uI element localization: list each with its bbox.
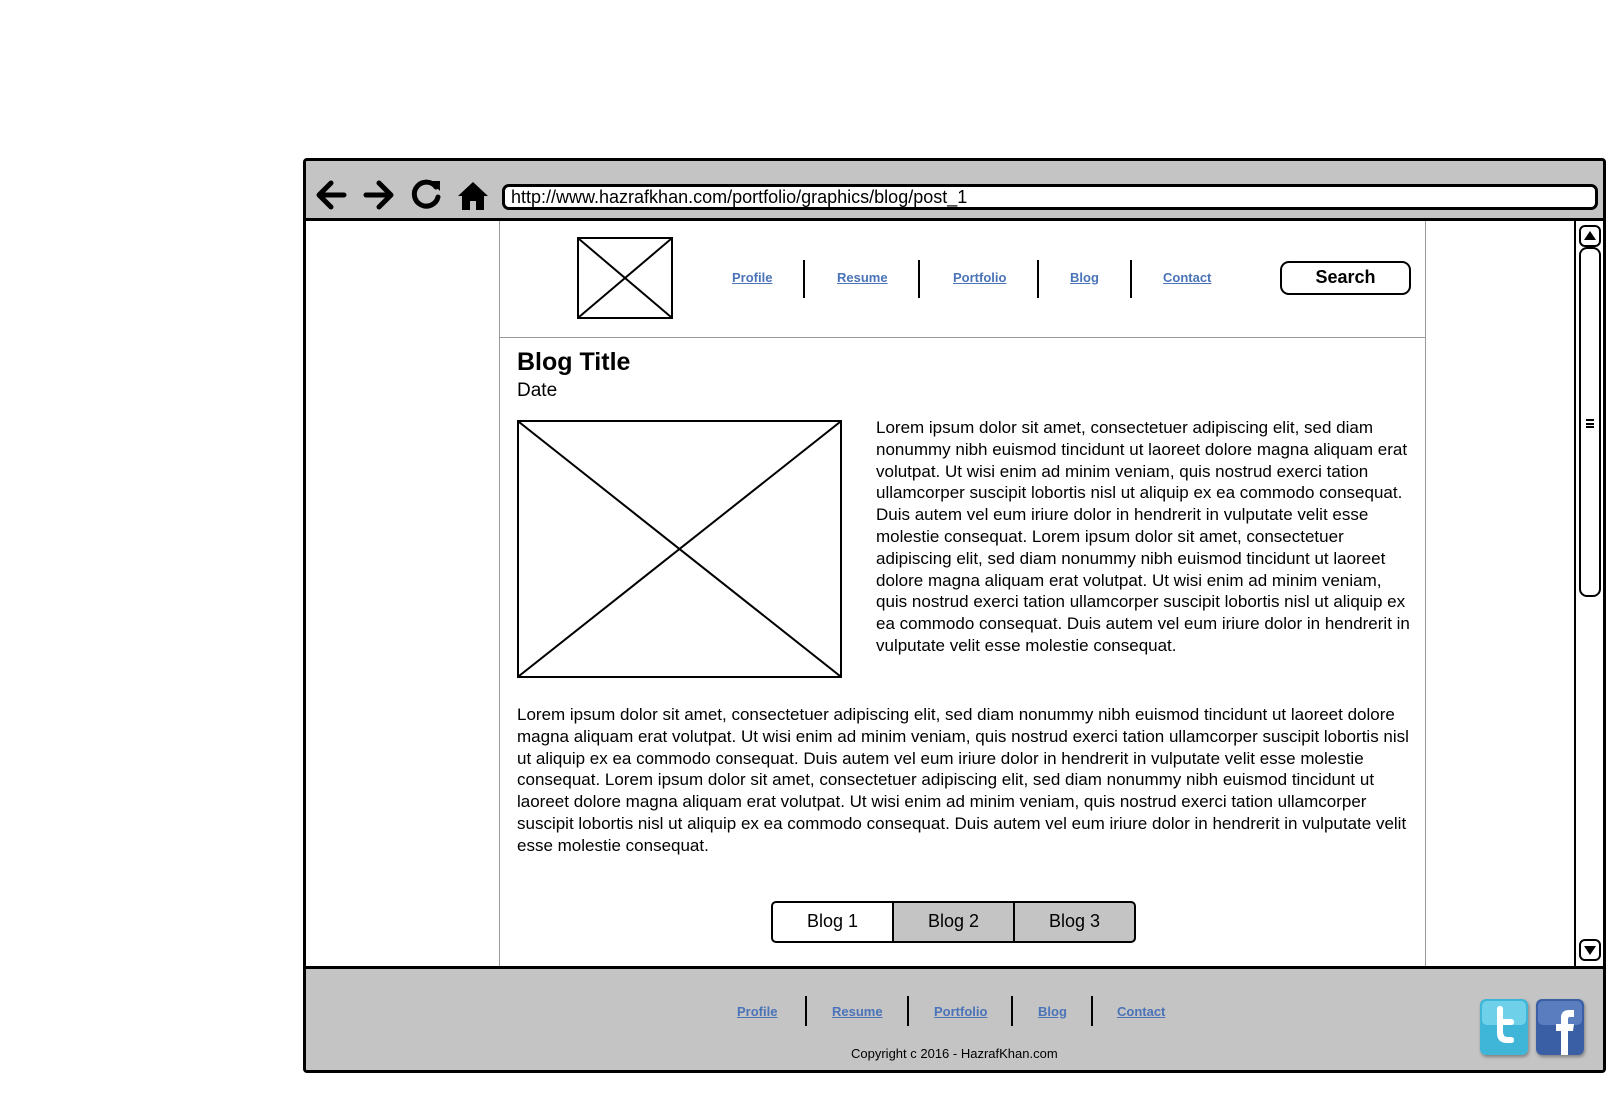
home-icon[interactable] xyxy=(455,177,491,213)
nav-divider xyxy=(918,260,920,298)
nav-divider xyxy=(803,260,805,298)
blog-tabs: Blog 1 Blog 2 Blog 3 xyxy=(771,901,1139,943)
reload-icon[interactable] xyxy=(408,177,444,213)
image-placeholder xyxy=(517,420,842,678)
scroll-down-icon[interactable] xyxy=(1579,939,1601,961)
footer-divider xyxy=(1011,996,1013,1026)
address-bar[interactable]: http://www.hazrafkhan.com/portfolio/grap… xyxy=(502,184,1598,210)
grip-icon xyxy=(1586,419,1594,428)
nav-link-profile[interactable]: Profile xyxy=(732,270,772,285)
page-viewport: Profile Resume Portfolio Blog Contact Se… xyxy=(306,221,1574,966)
footer-link-profile[interactable]: Profile xyxy=(737,1004,777,1019)
footer-link-contact[interactable]: Contact xyxy=(1117,1004,1165,1019)
nav-divider xyxy=(1037,260,1039,298)
tab-blog-3[interactable]: Blog 3 xyxy=(1013,901,1136,943)
search-button[interactable]: Search xyxy=(1280,261,1411,295)
nav-link-resume[interactable]: Resume xyxy=(837,270,888,285)
blog-date: Date xyxy=(517,380,558,401)
tab-blog-1[interactable]: Blog 1 xyxy=(771,901,894,943)
footer-divider xyxy=(907,996,909,1026)
site-footer: Profile Resume Portfolio Blog Contact Co… xyxy=(306,966,1603,1070)
browser-window: http://www.hazrafkhan.com/portfolio/grap… xyxy=(303,158,1606,1073)
browser-toolbar: http://www.hazrafkhan.com/portfolio/grap… xyxy=(306,161,1603,221)
blog-paragraph-side: Lorem ipsum dolor sit amet, consectetuer… xyxy=(876,418,1410,655)
vertical-scrollbar[interactable] xyxy=(1574,221,1603,966)
nav-link-blog[interactable]: Blog xyxy=(1070,270,1099,285)
back-arrow-icon[interactable] xyxy=(312,177,348,213)
footer-link-resume[interactable]: Resume xyxy=(832,1004,883,1019)
nav-link-portfolio[interactable]: Portfolio xyxy=(953,270,1006,285)
scroll-up-icon[interactable] xyxy=(1579,225,1601,247)
tab-blog-2[interactable]: Blog 2 xyxy=(892,901,1015,943)
forward-arrow-icon[interactable] xyxy=(362,177,398,213)
content-column: Profile Resume Portfolio Blog Contact Se… xyxy=(499,221,1426,966)
footer-divider xyxy=(805,996,807,1026)
nav-link-contact[interactable]: Contact xyxy=(1163,270,1211,285)
logo-placeholder[interactable] xyxy=(577,237,673,319)
facebook-icon[interactable] xyxy=(1536,999,1584,1055)
footer-link-blog[interactable]: Blog xyxy=(1038,1004,1067,1019)
site-header: Profile Resume Portfolio Blog Contact Se… xyxy=(500,221,1425,338)
footer-divider xyxy=(1091,996,1093,1026)
nav-divider xyxy=(1130,260,1132,298)
footer-link-portfolio[interactable]: Portfolio xyxy=(934,1004,987,1019)
blog-title: Blog Title xyxy=(517,348,631,376)
copyright-text: Copyright c 2016 - HazrafKhan.com xyxy=(851,1046,1058,1061)
twitter-icon[interactable] xyxy=(1480,999,1528,1055)
blog-paragraph-full: Lorem ipsum dolor sit amet, consectetuer… xyxy=(517,705,1409,855)
scrollbar-thumb[interactable] xyxy=(1579,247,1601,597)
